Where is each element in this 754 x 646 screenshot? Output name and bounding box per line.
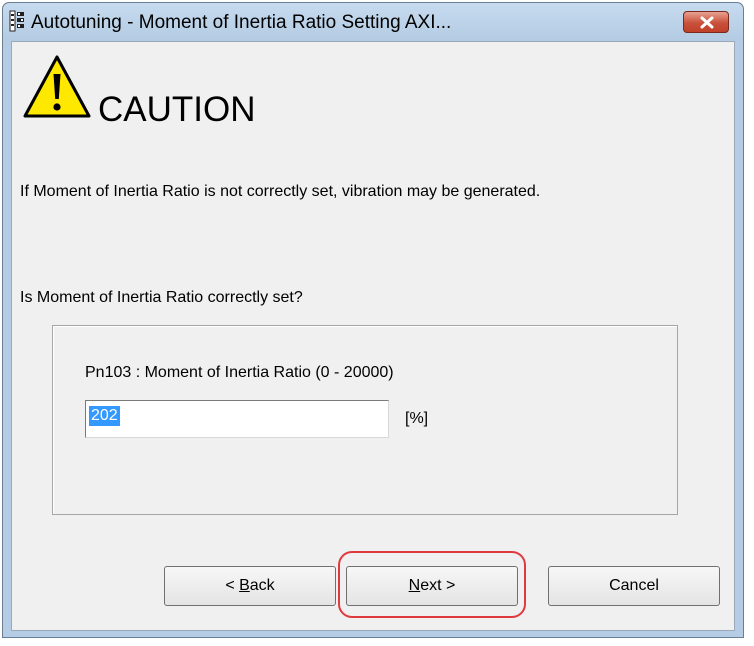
app-icon: [9, 10, 24, 32]
inertia-ratio-value: 202: [89, 406, 120, 426]
close-icon: [700, 16, 714, 29]
inertia-ratio-input[interactable]: 202: [85, 400, 389, 438]
dialog-content: CAUTION If Moment of Inertia Ratio is no…: [11, 41, 735, 631]
window-title: Autotuning - Moment of Inertia Ratio Set…: [31, 12, 452, 33]
cancel-button[interactable]: Cancel: [548, 566, 720, 606]
close-button[interactable]: [683, 11, 729, 33]
caution-message: If Moment of Inertia Ratio is not correc…: [20, 183, 541, 200]
unit-label: [%]: [405, 410, 429, 427]
warning-triangle-icon: [23, 55, 91, 118]
back-button-prefix: <: [225, 577, 240, 594]
dialog-window: Autotuning - Moment of Inertia Ratio Set…: [2, 2, 744, 638]
cancel-button-label: Cancel: [609, 577, 659, 594]
next-button-highlight: [338, 551, 526, 618]
parameter-group: Pn103 : Moment of Inertia Ratio (0 - 200…: [52, 325, 678, 515]
back-button-mnemonic: B: [239, 577, 250, 594]
back-button-label: ack: [249, 577, 275, 594]
confirmation-question: Is Moment of Inertia Ratio correctly set…: [20, 289, 303, 306]
title-bar[interactable]: Autotuning - Moment of Inertia Ratio Set…: [3, 3, 743, 41]
back-button[interactable]: < Back: [164, 566, 336, 606]
parameter-label: Pn103 : Moment of Inertia Ratio (0 - 200…: [85, 364, 394, 381]
caution-heading: CAUTION: [98, 90, 256, 129]
